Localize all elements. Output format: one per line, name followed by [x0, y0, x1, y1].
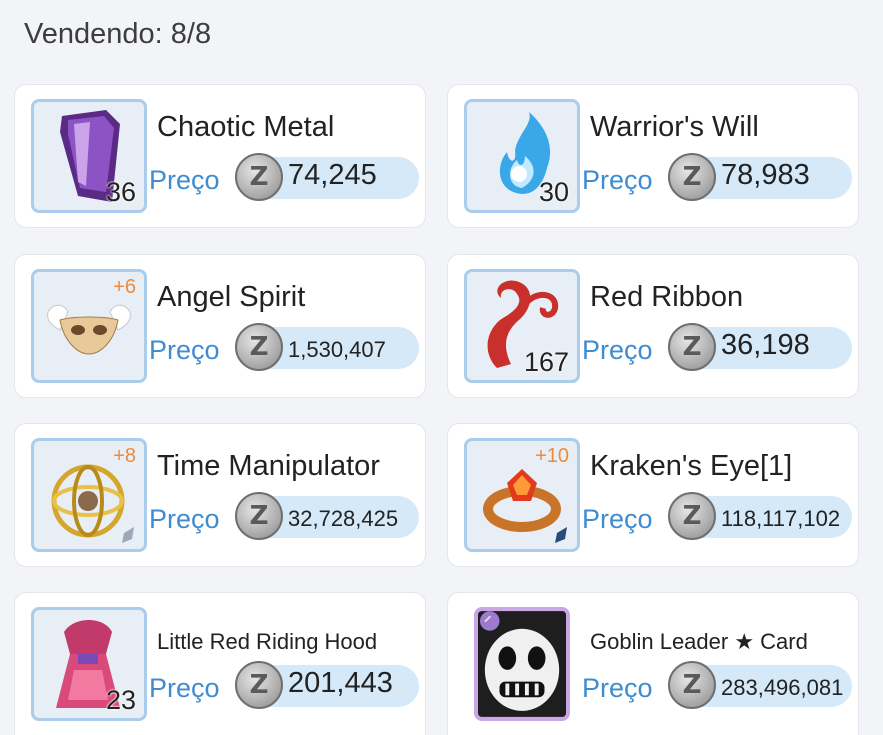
goblin-leader-card-icon [478, 611, 566, 717]
zeny-coin-icon: Z [668, 153, 716, 201]
refine-level: +8 [113, 445, 136, 467]
vending-item-card[interactable]: 36 Chaotic Metal Preço Z 74,245 [14, 84, 426, 228]
item-name: Kraken's Eye[1] [590, 450, 793, 482]
item-quantity: 36 [105, 177, 136, 207]
zeny-coin-icon: Z [235, 661, 283, 709]
price-label: Preço [582, 504, 653, 534]
item-name: Time Manipulator [157, 450, 380, 482]
item-price: 118,117,102 [721, 506, 841, 531]
item-slot[interactable]: +10 [464, 438, 580, 552]
item-slot[interactable]: +6 [31, 269, 147, 383]
refine-level: +6 [113, 276, 136, 298]
item-quantity: 167 [523, 347, 569, 377]
price-label: Preço [149, 673, 220, 703]
item-slot[interactable]: 23 [31, 607, 147, 721]
price-label: Preço [149, 165, 220, 195]
zeny-coin-icon: Z [668, 323, 716, 371]
item-price: 283,496,081 [721, 675, 844, 700]
item-name: Little Red Riding Hood [157, 629, 378, 654]
price-label: Preço [149, 335, 220, 365]
vending-item-card[interactable]: +6 Angel Spirit Preço Z 1,530,407 [14, 254, 426, 398]
item-name: Chaotic Metal [157, 111, 335, 143]
item-price: 74,245 [288, 159, 377, 191]
item-price: 36,198 [721, 329, 810, 361]
vending-header: Vendendo: 8/8 [24, 18, 212, 50]
vending-item-card[interactable]: 167 Red Ribbon Preço Z 36,198 [447, 254, 859, 398]
item-slot[interactable] [474, 607, 570, 721]
zeny-coin-icon: Z [668, 661, 716, 709]
item-slot[interactable]: 167 [464, 269, 580, 383]
item-slot[interactable]: 30 [464, 99, 580, 213]
item-slot[interactable]: +8 [31, 438, 147, 552]
zeny-coin-icon: Z [235, 323, 283, 371]
vending-item-card[interactable]: 23 Little Red Riding Hood Preço Z 201,44… [14, 592, 426, 735]
item-quantity: 23 [105, 685, 136, 715]
item-name: Red Ribbon [590, 281, 744, 313]
zeny-coin-icon: Z [235, 492, 283, 540]
refine-level: +10 [535, 445, 569, 467]
item-price: 201,443 [288, 667, 393, 699]
item-slot[interactable]: 36 [31, 99, 147, 213]
price-label: Preço [582, 165, 653, 195]
vending-item-card[interactable]: +8 Time Manipulator Preço Z 32,728,425 [14, 423, 426, 567]
item-price: 32,728,425 [288, 506, 399, 531]
item-name: Angel Spirit [157, 281, 306, 313]
price-label: Preço [149, 504, 220, 534]
vending-panel: Vendendo: 8/8 36 Chaotic Metal Preço Z 7… [0, 0, 883, 735]
zeny-coin-icon: Z [668, 492, 716, 540]
zeny-coin-icon: Z [235, 153, 283, 201]
vending-item-card[interactable]: Goblin Leader ★ Card Preço Z 283,496,081 [447, 592, 859, 735]
price-label: Preço [582, 335, 653, 365]
item-name: Goblin Leader ★ Card [590, 629, 808, 654]
vending-item-card[interactable]: +10 Kraken's Eye[1] Preço Z 118,117,102 [447, 423, 859, 567]
price-label: Preço [582, 673, 653, 703]
item-price: 78,983 [721, 159, 810, 191]
item-price: 1,530,407 [288, 337, 386, 362]
item-name: Warrior's Will [590, 111, 759, 143]
vending-item-card[interactable]: 30 Warrior's Will Preço Z 78,983 [447, 84, 859, 228]
item-quantity: 30 [538, 177, 569, 207]
